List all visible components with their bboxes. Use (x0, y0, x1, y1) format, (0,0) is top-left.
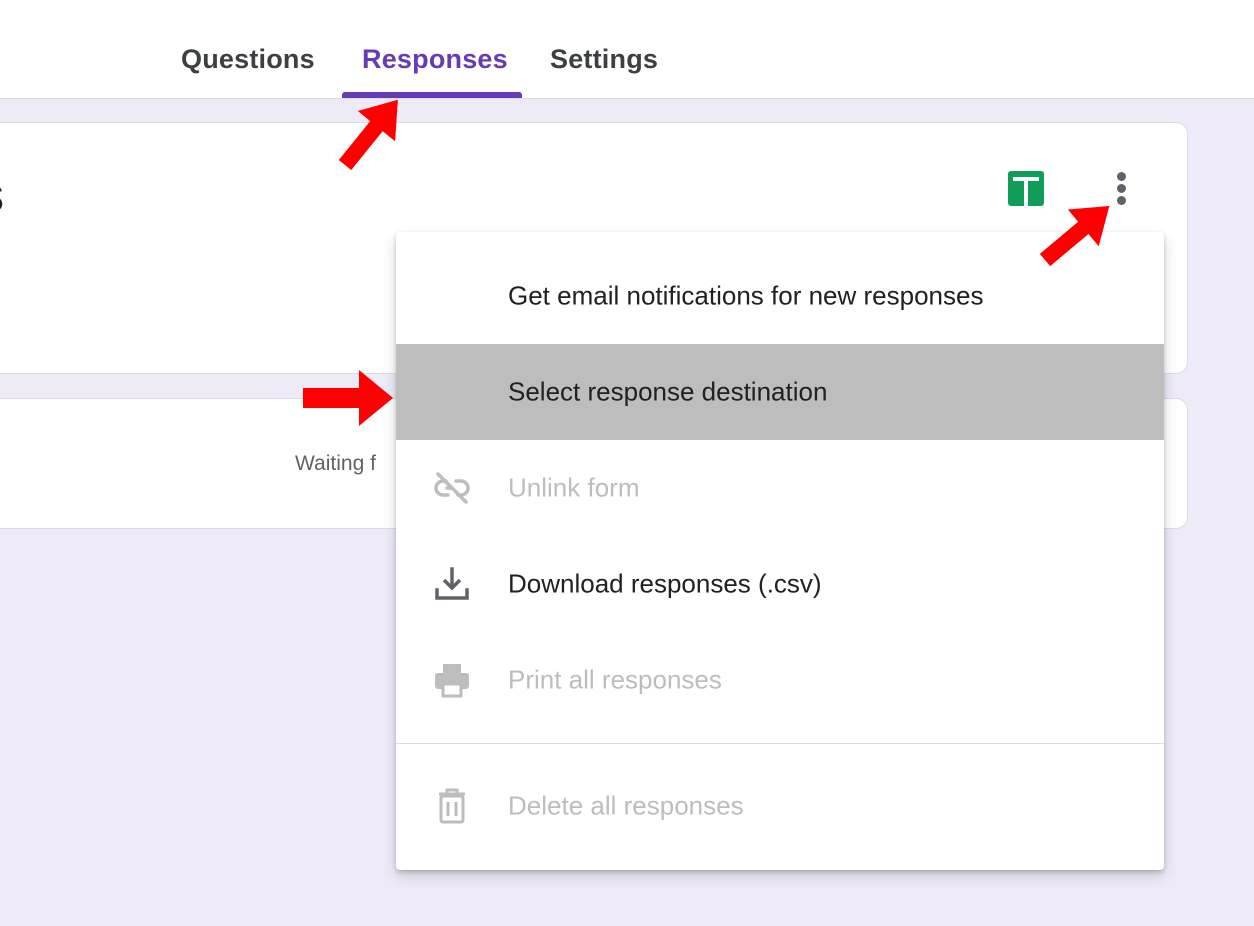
menu-item-delete-all[interactable]: Delete all responses (396, 758, 1164, 854)
tab-settings[interactable]: Settings (550, 44, 658, 75)
waiting-status-text: Waiting f (295, 452, 376, 475)
menu-item-print-all[interactable]: Print all responses (396, 632, 1164, 728)
annotation-arrow-icon (303, 370, 393, 426)
tab-questions[interactable]: Questions (181, 44, 315, 75)
menu-item-label: Unlink form (508, 472, 640, 503)
delete-icon (439, 788, 465, 824)
menu-item-label: Download responses (.csv) (508, 568, 822, 599)
menu-item-download-csv[interactable]: Download responses (.csv) (396, 536, 1164, 632)
tab-bar: Questions Responses Settings (0, 0, 1254, 99)
annotation-arrow-icon (1039, 206, 1110, 267)
annotation-arrow-icon (338, 99, 398, 171)
print-icon (435, 664, 469, 698)
menu-item-select-destination[interactable]: Select response destination (396, 344, 1164, 440)
menu-item-label: Print all responses (508, 664, 722, 695)
menu-item-label: Get email notifications for new response… (508, 280, 984, 311)
menu-item-label: Select response destination (508, 376, 828, 407)
download-icon (435, 567, 469, 600)
menu-divider (396, 743, 1164, 744)
menu-item-label: Delete all responses (508, 790, 744, 821)
responses-count-title: s (0, 168, 4, 223)
tab-responses[interactable]: Responses (362, 44, 508, 75)
menu-item-unlink-form[interactable]: Unlink form (396, 440, 1164, 536)
responses-more-menu: Get email notifications for new response… (396, 232, 1164, 870)
link-off-icon (434, 472, 470, 504)
